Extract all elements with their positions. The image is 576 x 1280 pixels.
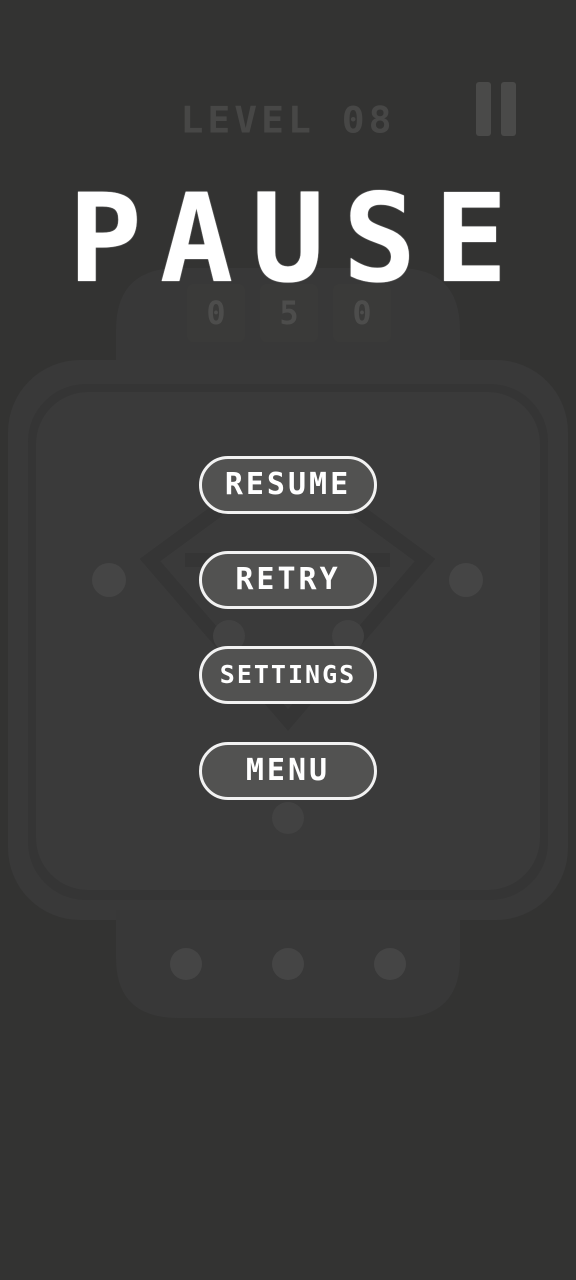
- menu-button[interactable]: MENU: [199, 742, 377, 800]
- device-button-middle: [272, 948, 304, 980]
- pause-title: PAUSE: [68, 168, 526, 310]
- resume-button[interactable]: RESUME: [199, 456, 377, 514]
- device-button-right: [374, 948, 406, 980]
- pause-icon-bar-right: [501, 82, 516, 136]
- pause-icon[interactable]: [474, 82, 518, 136]
- device-button-left: [170, 948, 202, 980]
- device-dot-center: [272, 802, 304, 834]
- device-dot-left: [92, 563, 126, 597]
- retry-button[interactable]: RETRY: [199, 551, 377, 609]
- settings-button[interactable]: SETTINGS: [199, 646, 377, 704]
- pause-screen: LEVEL 08 0 5 0 PAUSE RESUME RETRY SETTIN…: [0, 0, 576, 1280]
- pause-icon-bar-left: [476, 82, 491, 136]
- device-dot-right: [449, 563, 483, 597]
